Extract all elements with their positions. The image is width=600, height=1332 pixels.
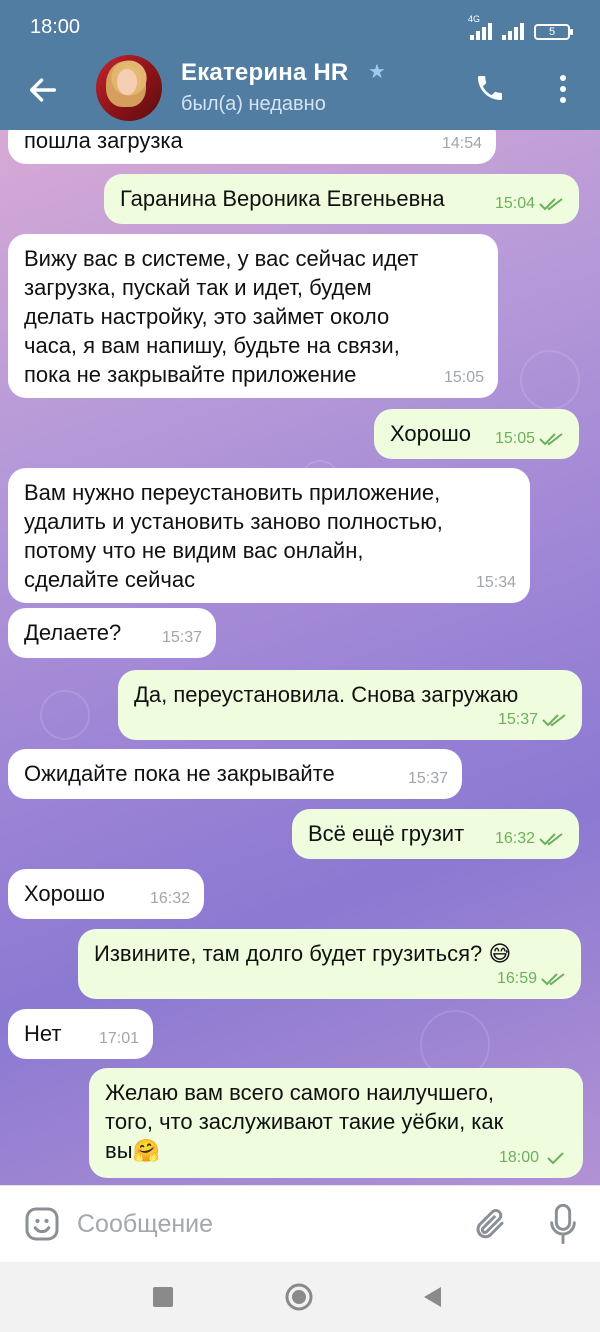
message-meta: 14:54 xyxy=(442,130,482,158)
message-text: Вам нужно переустановить приложение, xyxy=(24,480,441,505)
message-text: пока не закрывайте приложение xyxy=(24,362,357,387)
message-incoming[interactable]: Вижу вас в системе, у вас сейчас идет за… xyxy=(8,234,498,398)
microphone-icon[interactable] xyxy=(548,1204,578,1244)
message-text: делать настройку, это займет около xyxy=(24,304,390,329)
message-text: вы🤗 xyxy=(105,1138,160,1163)
message-outgoing[interactable]: Всё ещё грузит 16:32 xyxy=(292,809,579,859)
message-time: 15:37 xyxy=(161,629,202,646)
network-type-label: 4G xyxy=(468,14,481,24)
message-time: 18:00 xyxy=(498,1149,539,1166)
message-input[interactable]: Сообщение xyxy=(77,1210,213,1239)
double-check-icon xyxy=(539,197,563,210)
cellular-signal-2-icon xyxy=(502,20,524,40)
recent-apps-icon[interactable] xyxy=(153,1287,173,1307)
double-check-icon xyxy=(541,972,565,985)
message-incoming[interactable]: Хорошо 16:32 xyxy=(8,869,204,919)
message-meta: 15:37 xyxy=(408,764,448,793)
message-meta: 15:05 xyxy=(444,363,484,392)
message-meta: 15:34 xyxy=(476,568,516,597)
message-incoming[interactable]: Нет 17:01 xyxy=(8,1009,153,1059)
message-text: Желаю вам всего самого наилучшего, xyxy=(105,1080,494,1105)
double-check-icon xyxy=(539,832,563,845)
paperclip-icon[interactable] xyxy=(472,1206,508,1242)
message-time: 16:32 xyxy=(494,830,535,847)
message-text: того, что заслуживают такие уёбки, как xyxy=(105,1109,504,1134)
contact-status: был(а) недавно xyxy=(181,93,326,115)
message-text: удалить и установить заново полностью, xyxy=(24,509,443,534)
message-input-bar: Сообщение xyxy=(0,1185,600,1262)
message-outgoing[interactable]: Да, переустановила. Снова загружаю 15:37 xyxy=(118,670,582,740)
message-meta: 16:32 xyxy=(150,884,190,913)
message-text: Извините, там долго будет грузиться? 😅 xyxy=(94,941,512,966)
battery-icon: 5 xyxy=(534,24,573,40)
back-arrow-icon[interactable] xyxy=(26,73,60,107)
message-outgoing[interactable]: Гаранина Вероника Евгеньевна 15:04 xyxy=(104,174,579,224)
message-incoming[interactable]: пошла загрузка 14:54 xyxy=(8,130,496,164)
message-text: Ожидайте пока не закрывайте xyxy=(24,761,335,786)
message-time: 14:54 xyxy=(441,135,482,152)
message-outgoing[interactable]: Желаю вам всего самого наилучшего, того,… xyxy=(89,1068,583,1178)
message-meta: 15:04 xyxy=(495,189,565,218)
cellular-signal-icon: 4G xyxy=(468,14,492,40)
battery-level: 5 xyxy=(548,26,556,38)
message-meta: 16:59 xyxy=(497,964,567,993)
contact-name[interactable]: Екатерина HR xyxy=(181,59,348,87)
message-meta: 15:05 xyxy=(495,424,565,453)
message-text: Вижу вас в системе, у вас сейчас идет xyxy=(24,246,419,271)
message-time: 15:34 xyxy=(475,574,516,591)
home-icon[interactable] xyxy=(284,1282,314,1312)
message-incoming[interactable]: Вам нужно переустановить приложение, уда… xyxy=(8,468,530,603)
phone-call-icon[interactable] xyxy=(474,72,506,104)
message-time: 17:01 xyxy=(98,1030,139,1047)
status-icons: 4G 5 xyxy=(468,14,573,40)
message-time: 16:59 xyxy=(496,970,537,987)
message-time: 16:32 xyxy=(149,890,190,907)
double-check-icon xyxy=(542,713,566,726)
message-incoming[interactable]: Делаете? 15:37 xyxy=(8,608,216,658)
message-meta: 15:37 xyxy=(162,623,202,652)
single-check-icon xyxy=(547,1151,564,1164)
message-incoming[interactable]: Ожидайте пока не закрывайте 15:37 xyxy=(8,749,462,799)
avatar[interactable] xyxy=(96,55,162,121)
message-outgoing[interactable]: Хорошо 15:05 xyxy=(374,409,579,459)
more-options-icon[interactable] xyxy=(553,72,573,106)
nav-back-icon[interactable] xyxy=(421,1285,443,1309)
message-meta: 15:37 xyxy=(498,705,568,734)
message-meta: 17:01 xyxy=(99,1024,139,1053)
message-time: 15:04 xyxy=(494,195,535,212)
message-time: 15:05 xyxy=(494,430,535,447)
message-text: сделайте сейчас xyxy=(24,567,196,592)
message-meta: 18:00 xyxy=(499,1143,569,1172)
message-time: 15:37 xyxy=(497,711,538,728)
message-text: часа, я вам напишу, будьте на связи, xyxy=(24,333,400,358)
chat-header: Екатерина HR ★ был(а) недавно xyxy=(0,55,600,130)
message-text: загрузка, пускай так и идет, будем xyxy=(24,275,372,300)
status-bar: 18:00 4G 5 xyxy=(0,0,600,55)
chat-area[interactable]: пошла загрузка 14:54 Гаранина Вероника Е… xyxy=(0,130,600,1185)
message-time: 15:37 xyxy=(407,770,448,787)
status-time: 18:00 xyxy=(30,16,81,38)
message-text: потому что не видим вас онлайн, xyxy=(24,538,364,563)
system-navigation-bar xyxy=(0,1262,600,1332)
double-check-icon xyxy=(539,432,563,445)
message-outgoing[interactable]: Извините, там долго будет грузиться? 😅 1… xyxy=(78,929,581,999)
message-meta: 16:32 xyxy=(495,824,565,853)
message-text: пошла загрузка xyxy=(24,130,183,153)
message-time: 15:05 xyxy=(443,369,484,386)
emoji-sticker-icon[interactable] xyxy=(24,1206,60,1242)
premium-star-icon: ★ xyxy=(368,61,386,83)
